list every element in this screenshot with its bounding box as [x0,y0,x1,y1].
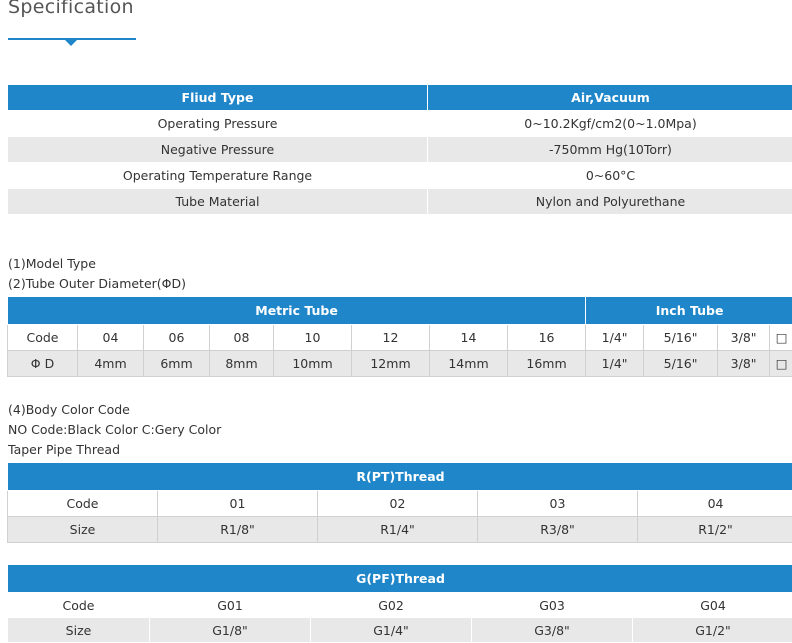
spec-label: Negative Pressure [8,137,428,163]
model-type-note: (1)Model Type [8,256,96,271]
tube-cell: 3/8" [718,351,770,377]
tube-cell: 4mm [78,351,144,377]
rpt-cell: 04 [638,491,792,517]
tube-cell: Φ D [8,351,78,377]
rpt-cell: R1/4" [318,517,478,543]
gpf-header: G(PF)Thread [8,565,792,593]
tube-cell: 14 [430,325,508,351]
tube-cell: 12mm [352,351,430,377]
rpt-cell: 01 [158,491,318,517]
tube-cell: 16 [508,325,586,351]
tube-cell: 12 [352,325,430,351]
spec-value: -750mm Hg(10Torr) [428,137,792,163]
table-row: Code 01 02 03 04 [8,491,792,517]
spec-value: 0~10.2Kgf/cm2(0~1.0Mpa) [428,111,792,137]
gpf-cell: G1/2" [633,618,792,643]
table-row: Code G01 G02 G03 G04 [8,593,792,618]
table-row: Size R1/8" R1/4" R3/8" R1/2" [8,517,792,543]
tube-cell: 5/16" [644,325,718,351]
gpf-thread-table: G(PF)Thread Code G01 G02 G03 G04 Size G1… [7,564,792,643]
tube-cell: 6mm [144,351,210,377]
rpt-cell: Size [8,517,158,543]
color-codes-note: NO Code:Black Color C:Gery Color [8,422,221,437]
rpt-cell: 03 [478,491,638,517]
rpt-cell: R3/8" [478,517,638,543]
tube-cell: Code [8,325,78,351]
table-row: Code 04 06 08 10 12 14 16 1/4" 5/16" 3/8… [8,325,792,351]
gpf-cell: G3/8" [472,618,633,643]
tube-cell: 1/4" [586,351,644,377]
tube-cell: 06 [144,325,210,351]
spec-label: Operating Pressure [8,111,428,137]
gpf-cell: G1/8" [150,618,311,643]
inch-tube-header: Inch Tube [586,297,792,325]
tube-cell: 08 [210,325,274,351]
taper-note: Taper Pipe Thread [8,442,120,457]
rpt-cell: Code [8,491,158,517]
tube-cell: 16mm [508,351,586,377]
spec-header-label: Fliud Type [8,85,428,111]
spec-header-row: Fliud Type Air,Vacuum [8,85,792,111]
tube-table: Metric Tube Inch Tube Code 04 06 08 10 1… [7,296,792,377]
table-row: Tube Material Nylon and Polyurethane [8,189,792,215]
spec-label: Operating Temperature Range [8,163,428,189]
gpf-cell: G04 [633,593,792,618]
title-caret-icon [65,40,77,46]
section-title: Specification [8,0,134,18]
table-row: Operating Temperature Range 0~60°C [8,163,792,189]
table-row: Size G1/8" G1/4" G3/8" G1/2" [8,618,792,643]
tube-cell: 5/16" [644,351,718,377]
metric-tube-header: Metric Tube [8,297,586,325]
spec-header-value: Air,Vacuum [428,85,792,111]
tube-cell: □ [770,325,792,351]
rpt-thread-table: R(PT)Thread Code 01 02 03 04 Size R1/8" … [7,462,792,543]
tube-cell: 10mm [274,351,352,377]
tube-cell: 10 [274,325,352,351]
gpf-header-row: G(PF)Thread [8,565,792,593]
spec-value: 0~60°C [428,163,792,189]
table-row: Φ D 4mm 6mm 8mm 10mm 12mm 14mm 16mm 1/4"… [8,351,792,377]
tube-cell: 04 [78,325,144,351]
spec-label: Tube Material [8,189,428,215]
tube-cell: 1/4" [586,325,644,351]
rpt-cell: R1/8" [158,517,318,543]
gpf-cell: G1/4" [311,618,472,643]
table-row: Operating Pressure 0~10.2Kgf/cm2(0~1.0Mp… [8,111,792,137]
gpf-cell: G02 [311,593,472,618]
rpt-header: R(PT)Thread [8,463,792,491]
body-color-note: (4)Body Color Code [8,402,130,417]
spec-table: Fliud Type Air,Vacuum Operating Pressure… [7,84,792,215]
gpf-cell: Size [8,618,150,643]
tube-cell: 8mm [210,351,274,377]
gpf-cell: G03 [472,593,633,618]
tube-od-note: (2)Tube Outer Diameter(ΦD) [8,276,186,291]
tube-cell: □ [770,351,792,377]
rpt-header-row: R(PT)Thread [8,463,792,491]
tube-cell: 14mm [430,351,508,377]
gpf-cell: G01 [150,593,311,618]
tube-header-row: Metric Tube Inch Tube [8,297,792,325]
table-row: Negative Pressure -750mm Hg(10Torr) [8,137,792,163]
tube-cell: 3/8" [718,325,770,351]
spec-value: Nylon and Polyurethane [428,189,792,215]
rpt-cell: R1/2" [638,517,792,543]
gpf-cell: Code [8,593,150,618]
rpt-cell: 02 [318,491,478,517]
